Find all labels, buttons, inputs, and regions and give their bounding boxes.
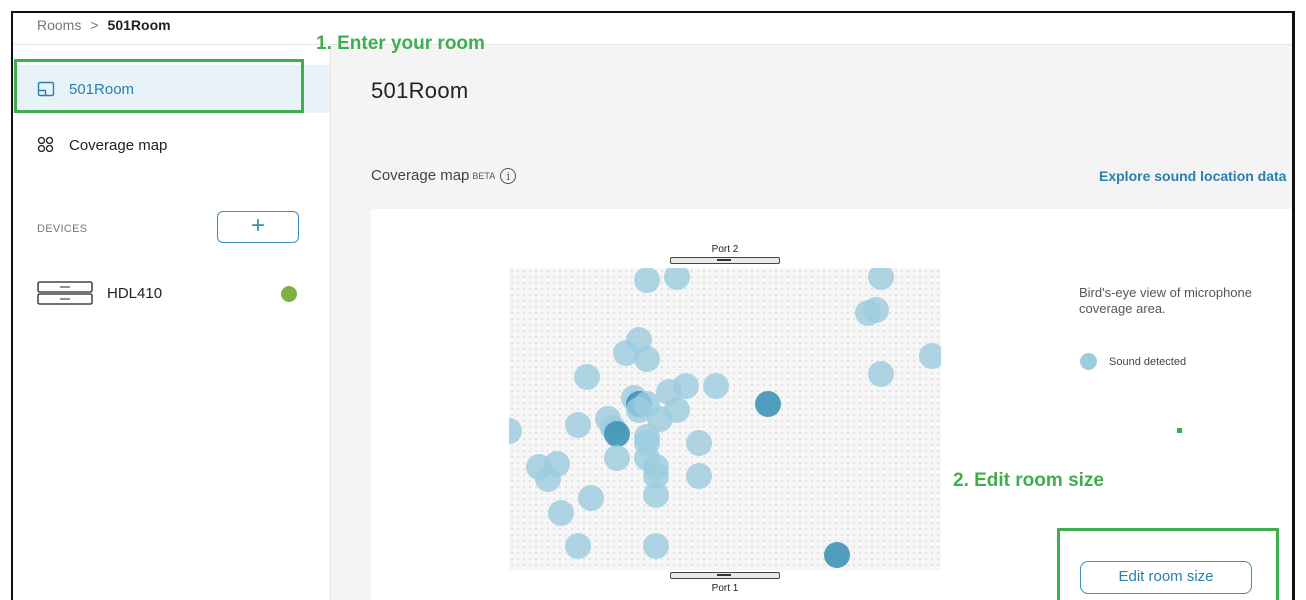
annotation-step-1: 1. Enter your room [316, 33, 485, 54]
legend: Sound detected [1080, 353, 1186, 370]
port-1-label: Port 1 [711, 583, 739, 594]
page-title: 501Room [371, 78, 469, 103]
sound-bubble [854, 300, 881, 327]
sound-bubble [565, 412, 592, 439]
sound-bubble [703, 372, 730, 399]
sound-bubble [919, 342, 941, 369]
coverage-plot [509, 268, 941, 570]
green-marker [1177, 428, 1182, 433]
port-1-bar [670, 572, 780, 579]
port-2-bar [670, 257, 780, 264]
sound-bubble [686, 463, 713, 490]
breadcrumb: Rooms >501Room [37, 17, 171, 33]
annotation-box-edit [1057, 528, 1279, 600]
annotation-box-room [14, 59, 304, 113]
sound-bubble [534, 466, 561, 493]
topbar: Rooms >501Room [13, 13, 1292, 45]
section-title: Coverage map [371, 167, 470, 184]
sidebar-item-label: Coverage map [69, 136, 168, 154]
sound-bubble [867, 360, 894, 387]
explore-sound-data-link[interactable]: Explore sound location data [1099, 168, 1286, 184]
sound-bubble [565, 532, 592, 559]
sound-bubble [824, 541, 851, 568]
sound-bubble [642, 532, 669, 559]
main-content: 501Room Coverage map BETA i Explore soun… [331, 45, 1292, 600]
legend-swatch [1080, 353, 1097, 370]
beta-badge: BETA [472, 170, 496, 181]
sound-bubble [604, 421, 630, 448]
breadcrumb-separator: > [90, 17, 99, 33]
devices-heading: DEVICES [37, 223, 88, 235]
sound-bubble [578, 484, 605, 511]
sound-bubble [664, 268, 691, 291]
grid-icon [37, 136, 54, 153]
device-status-dot [281, 286, 297, 302]
annotation-step-2: 2. Edit room size [953, 470, 1104, 491]
device-icon [37, 281, 93, 305]
sound-bubble [509, 418, 522, 445]
coverage-description: Bird's-eye view of microphone coverage a… [1079, 285, 1252, 316]
sound-bubble [573, 363, 600, 390]
add-device-button[interactable]: + [217, 211, 299, 243]
sound-bubble [673, 372, 700, 399]
sidebar-item-coverage-map[interactable]: Coverage map [13, 121, 330, 169]
breadcrumb-current: 501Room [107, 17, 171, 33]
sidebar: 501Room Coverage map DEVICES + HDL410 [13, 45, 331, 600]
sound-bubble [604, 445, 630, 472]
device-row[interactable]: HDL410 [37, 279, 297, 307]
breadcrumb-rooms[interactable]: Rooms [37, 17, 81, 33]
sound-bubble [547, 499, 574, 526]
legend-label: Sound detected [1109, 355, 1187, 368]
sound-bubble [634, 268, 661, 294]
sound-bubble [634, 345, 661, 372]
port-2-label: Port 2 [711, 244, 739, 255]
sound-bubble [686, 430, 713, 457]
sound-bubble [755, 390, 782, 417]
device-name: HDL410 [107, 284, 163, 302]
sound-bubble [867, 268, 894, 291]
section-header: Coverage map BETA i [371, 167, 517, 184]
info-icon[interactable]: i [500, 167, 517, 184]
sound-bubble [642, 481, 669, 508]
